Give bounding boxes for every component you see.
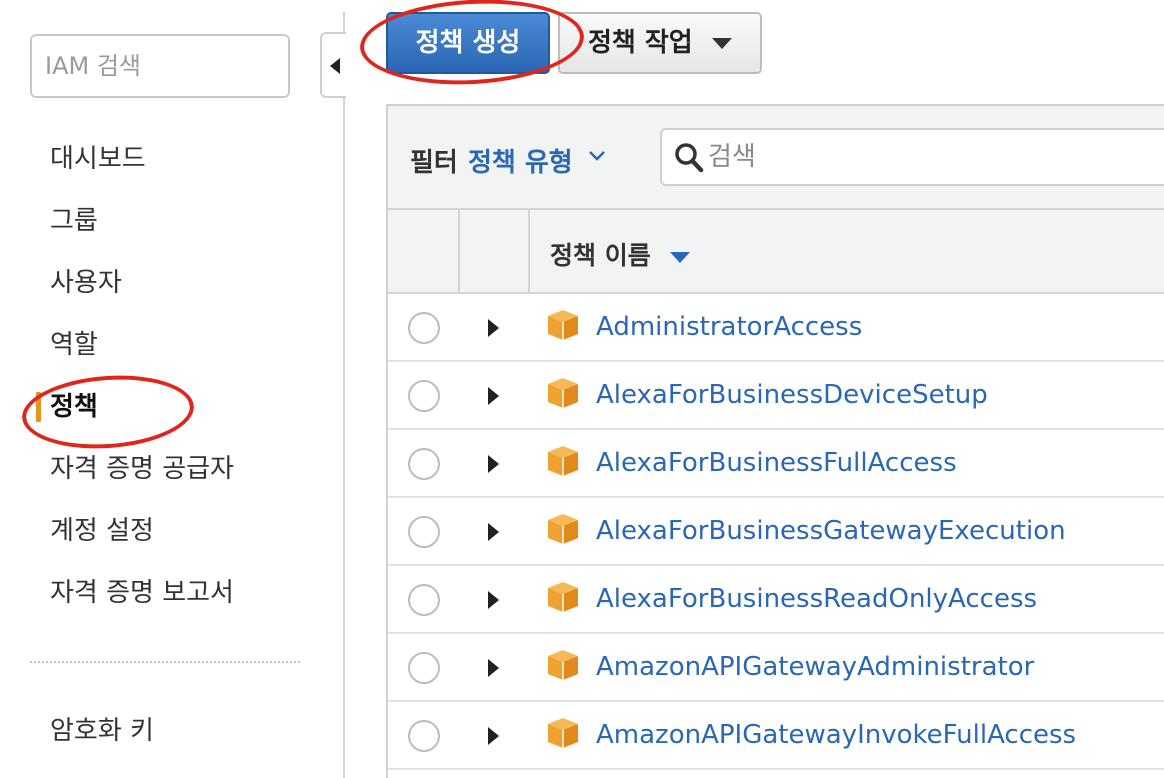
column-header-policy-name[interactable]: 정책 이름 xyxy=(550,236,651,272)
policy-box-icon xyxy=(546,716,580,754)
filter-label: 필터 xyxy=(410,148,458,178)
row-select-radio[interactable] xyxy=(408,584,440,616)
sidebar-item-groups[interactable]: 그룹 xyxy=(0,190,345,252)
expand-row-icon[interactable] xyxy=(488,591,499,609)
row-select-radio[interactable] xyxy=(408,380,440,412)
row-select-radio[interactable] xyxy=(408,652,440,684)
table-row: AmazonAPIGatewayAdministrator xyxy=(388,634,1164,702)
policies-panel: 필터 정책 유형 정책 이름 AdministratorAccess xyxy=(386,104,1164,778)
sidebar-divider xyxy=(30,661,300,663)
create-policy-button[interactable]: 정책 생성 xyxy=(386,12,550,74)
policy-name-link[interactable]: AlexaForBusinessFullAccess xyxy=(596,448,957,478)
chevron-down-icon[interactable] xyxy=(588,150,606,162)
sidebar-border xyxy=(343,12,345,778)
policy-name-link[interactable]: AlexaForBusinessGatewayExecution xyxy=(596,516,1066,546)
expand-row-icon[interactable] xyxy=(488,387,499,405)
column-divider xyxy=(528,210,530,294)
sidebar-item-roles[interactable]: 역할 xyxy=(0,314,345,376)
sidebar-item-policies[interactable]: 정책 xyxy=(0,376,345,438)
sidebar: 대시보드그룹사용자역할정책자격 증명 공급자계정 설정자격 증명 보고서 암호화… xyxy=(0,0,345,778)
expand-row-icon[interactable] xyxy=(488,319,499,337)
policy-box-icon xyxy=(546,444,580,482)
policy-search-box xyxy=(660,128,1164,186)
table-row: AmazonAPIGatewayInvokeFullAccess xyxy=(388,702,1164,770)
filter-policy-type-dropdown[interactable]: 정책 유형 xyxy=(468,142,573,179)
policy-box-icon xyxy=(546,376,580,414)
row-select-radio[interactable] xyxy=(408,516,440,548)
chevron-left-icon xyxy=(330,58,340,74)
policy-name-link[interactable]: AmazonAPIGatewayInvokeFullAccess xyxy=(596,720,1076,750)
expand-row-icon[interactable] xyxy=(488,727,499,745)
expand-row-icon[interactable] xyxy=(488,659,499,677)
table-row: AlexaForBusinessDeviceSetup xyxy=(388,362,1164,430)
column-divider xyxy=(458,210,460,294)
sidebar-item-encryption-keys[interactable]: 암호화 키 xyxy=(0,700,345,762)
sidebar-nav: 대시보드 그룹 사용자 역할 정책 자격 증명 공급자 계정 설정 자격 증명 보고서 xyxy=(0,128,345,624)
table-row: AdministratorAccess xyxy=(388,294,1164,362)
expand-row-icon[interactable] xyxy=(488,523,499,541)
iam-search-input[interactable] xyxy=(30,34,290,98)
policy-table-body: AdministratorAccess AlexaForBusinessDevic… xyxy=(388,294,1164,770)
policy-actions-dropdown[interactable]: 정책 작업 xyxy=(558,12,762,74)
iam-console: 대시보드그룹사용자역할정책자격 증명 공급자계정 설정자격 증명 보고서 암호화… xyxy=(0,0,1164,778)
table-row: AlexaForBusinessFullAccess xyxy=(388,430,1164,498)
filter-bar: 필터 정책 유형 xyxy=(388,106,1164,210)
table-header: 정책 이름 xyxy=(388,210,1164,294)
policy-actions-label: 정책 작업 xyxy=(588,28,693,58)
policy-box-icon xyxy=(546,512,580,550)
sidebar-item-account-settings[interactable]: 계정 설정 xyxy=(0,500,345,562)
sidebar-item-identity-providers[interactable]: 자격 증명 공급자 xyxy=(0,438,345,500)
sidebar-collapse-button[interactable] xyxy=(320,32,346,98)
row-select-radio[interactable] xyxy=(408,312,440,344)
policy-box-icon xyxy=(546,580,580,618)
caret-down-icon xyxy=(712,38,732,49)
policy-box-icon xyxy=(546,648,580,686)
policy-search-input[interactable] xyxy=(708,134,1164,180)
table-row: AlexaForBusinessGatewayExecution xyxy=(388,498,1164,566)
expand-row-icon[interactable] xyxy=(488,455,499,473)
policy-box-icon xyxy=(546,308,580,346)
search-icon xyxy=(674,142,704,178)
sidebar-item-credential-report[interactable]: 자격 증명 보고서 xyxy=(0,562,345,624)
row-select-radio[interactable] xyxy=(408,448,440,480)
row-select-radio[interactable] xyxy=(408,720,440,752)
sort-descending-icon[interactable] xyxy=(670,252,690,263)
policy-name-link[interactable]: AlexaForBusinessDeviceSetup xyxy=(596,380,988,410)
policy-name-link[interactable]: AmazonAPIGatewayAdministrator xyxy=(596,652,1034,682)
sidebar-item-dashboard[interactable]: 대시보드 xyxy=(0,128,345,190)
policy-name-link[interactable]: AlexaForBusinessReadOnlyAccess xyxy=(596,584,1037,614)
sidebar-item-users[interactable]: 사용자 xyxy=(0,252,345,314)
policy-name-link[interactable]: AdministratorAccess xyxy=(596,312,862,342)
table-row: AlexaForBusinessReadOnlyAccess xyxy=(388,566,1164,634)
